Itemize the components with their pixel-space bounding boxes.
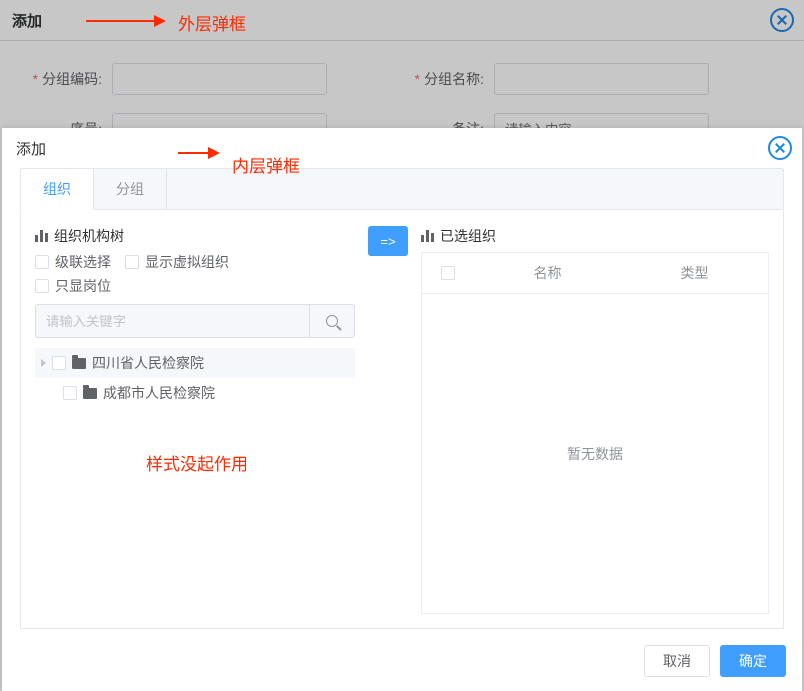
tree-node-checkbox[interactable] <box>63 386 77 400</box>
table-header: 名称 类型 <box>422 253 768 294</box>
confirm-button[interactable]: 确定 <box>720 645 786 677</box>
col-name: 名称 <box>474 253 621 293</box>
col-type: 类型 <box>621 253 768 293</box>
selected-table: 名称 类型 暂无数据 <box>421 252 769 614</box>
checkbox-post-only[interactable]: 只显岗位 <box>35 276 111 296</box>
dialog-footer: 取消 确定 <box>2 635 802 691</box>
selected-title-text: 已选组织 <box>440 226 496 246</box>
annotation-arrow <box>178 152 218 154</box>
cancel-button[interactable]: 取消 <box>644 645 710 677</box>
checkbox-cascade[interactable]: 级联选择 <box>35 252 111 272</box>
caret-right-icon[interactable] <box>41 359 46 367</box>
close-icon[interactable] <box>768 136 792 160</box>
tree-node[interactable]: 成都市人民检察院 <box>35 378 355 408</box>
tree-node[interactable]: 四川省人民检察院 <box>35 348 355 378</box>
org-tree-title-text: 组织机构树 <box>54 226 124 246</box>
search-button[interactable] <box>309 304 355 338</box>
folder-icon <box>72 358 86 369</box>
checkbox-post-only-label: 只显岗位 <box>55 276 111 296</box>
bars-icon <box>421 230 434 242</box>
org-tree-title: 组织机构树 <box>35 226 355 246</box>
checkbox-virtual[interactable]: 显示虚拟组织 <box>125 252 229 272</box>
org-tree-panel: 组织机构树 级联选择 显示虚拟组织 只显岗位 <box>35 226 355 614</box>
inner-dialog: 添加 组织 分组 组织机构树 级联选择 显示虚拟组织 只显岗位 <box>2 128 802 691</box>
checkbox-cascade-label: 级联选择 <box>55 252 111 272</box>
inner-dialog-title: 添加 <box>16 138 46 159</box>
tab-org[interactable]: 组织 <box>21 169 94 210</box>
transfer-button[interactable]: => <box>368 226 408 256</box>
tab-group[interactable]: 分组 <box>94 169 167 209</box>
org-tree: 四川省人民检察院 成都市人民检察院 <box>35 348 355 408</box>
tree-node-label: 四川省人民检察院 <box>92 353 204 373</box>
tree-node-checkbox[interactable] <box>52 356 66 370</box>
inner-dialog-header: 添加 <box>2 128 802 168</box>
bars-icon <box>35 230 48 242</box>
tabs: 组织 分组 <box>20 168 784 210</box>
search-input[interactable] <box>35 304 309 338</box>
tab-content: 组织机构树 级联选择 显示虚拟组织 只显岗位 <box>20 210 784 629</box>
selected-panel: 已选组织 名称 类型 暂无数据 <box>421 226 769 614</box>
search-icon <box>326 315 338 327</box>
checkbox-virtual-label: 显示虚拟组织 <box>145 252 229 272</box>
select-all-checkbox[interactable] <box>441 266 455 280</box>
selected-title: 已选组织 <box>421 226 769 246</box>
tree-node-label: 成都市人民检察院 <box>103 383 215 403</box>
annotation-arrow <box>86 20 164 22</box>
folder-icon <box>83 388 97 399</box>
transfer-panel: => <box>367 226 409 614</box>
table-empty: 暂无数据 <box>422 294 768 613</box>
